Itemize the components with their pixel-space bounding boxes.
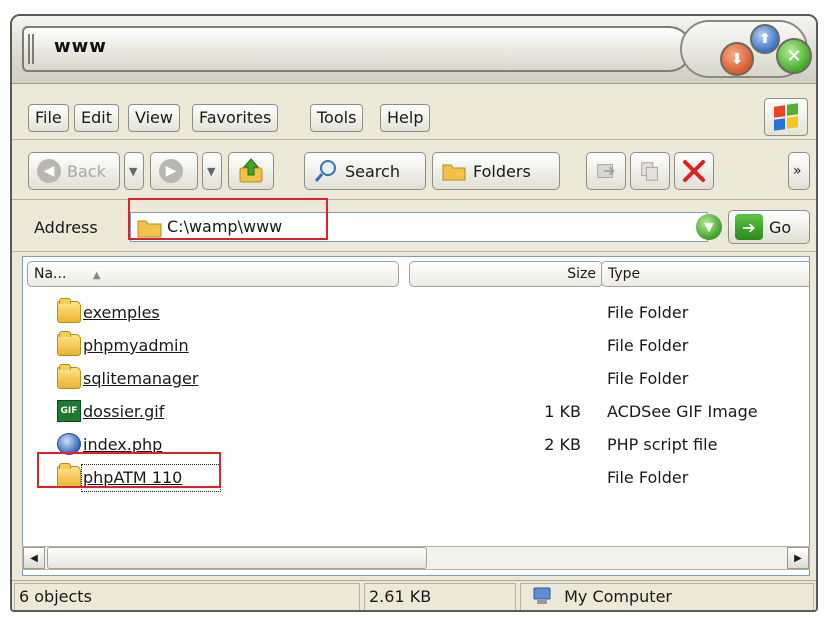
menu-edit[interactable]: Edit [74, 104, 119, 132]
delete-x-icon [683, 160, 705, 182]
minimize-button[interactable]: ⬇ [720, 42, 754, 76]
scroll-right-button[interactable]: ▶ [787, 547, 809, 569]
horizontal-scrollbar[interactable]: ◀ ▶ [22, 546, 810, 570]
file-row[interactable]: sqlitemanager File Folder [23, 363, 809, 396]
scroll-left-button[interactable]: ◀ [23, 547, 45, 569]
folder-icon [57, 364, 81, 389]
file-type: File Folder [607, 468, 689, 487]
copy-to-button[interactable] [630, 152, 670, 190]
file-type: File Folder [607, 369, 689, 388]
column-header-name-label: Na... [34, 266, 67, 282]
move-to-button[interactable] [586, 152, 626, 190]
go-label: Go [769, 217, 792, 237]
back-history-dropdown[interactable]: ▼ [124, 152, 144, 190]
chevron-down-icon: ▼ [207, 164, 216, 178]
maximize-button[interactable]: ⬆ [750, 24, 780, 54]
search-icon [314, 160, 336, 182]
address-dropdown-button[interactable]: ▼ [696, 214, 722, 240]
file-name: phpmyadmin [83, 336, 189, 355]
my-computer-icon [533, 587, 551, 604]
menu-bar: File Edit View Favorites Tools Help [12, 86, 816, 140]
menu-view[interactable]: View [128, 104, 180, 132]
toolbar-overflow-button[interactable]: » [788, 152, 810, 190]
column-header-size[interactable]: Size [409, 261, 603, 287]
file-row[interactable]: GIF dossier.gif 1 KB ACDSee GIF Image [23, 396, 809, 429]
forward-history-dropdown[interactable]: ▼ [202, 152, 222, 190]
file-type: File Folder [607, 303, 689, 322]
go-button[interactable]: ➔ Go [728, 210, 810, 244]
sort-ascending-icon: ▲ [92, 270, 101, 281]
back-arrow-icon: ◀ [37, 159, 61, 183]
file-row[interactable]: exemples File Folder [23, 297, 809, 330]
folder-icon [57, 298, 81, 323]
folders-button[interactable]: Folders [432, 152, 560, 190]
chevron-down-icon: ▼ [129, 164, 138, 178]
column-header-name[interactable]: Na... ▲ [27, 261, 399, 287]
menu-help[interactable]: Help [380, 104, 431, 132]
menu-favorites[interactable]: Favorites [192, 104, 279, 132]
folder-icon [57, 331, 81, 356]
up-folder-button[interactable] [228, 152, 274, 190]
forward-button[interactable]: ▶ [150, 152, 198, 190]
file-size: 1 KB [544, 402, 581, 421]
folders-icon [442, 164, 466, 181]
menu-file[interactable]: File [28, 104, 69, 132]
delete-button[interactable] [674, 152, 714, 190]
maximize-icon: ⬆ [759, 31, 771, 47]
file-name: sqlitemanager [83, 369, 199, 388]
status-zone-label: My Computer [564, 587, 672, 606]
file-list: Na... ▲ Size Type exemples File Folder p… [22, 256, 810, 576]
copy-to-icon [641, 162, 658, 181]
close-button[interactable]: ✕ [776, 38, 812, 74]
column-header-type[interactable]: Type [601, 261, 809, 287]
file-type: PHP script file [607, 435, 718, 454]
menu-tools[interactable]: Tools [310, 104, 364, 132]
search-button[interactable]: Search [304, 152, 426, 190]
file-row[interactable]: phpmyadmin File Folder [23, 330, 809, 363]
back-label: Back [67, 161, 106, 181]
standard-toolbar: ◀ Back ▼ ▶ ▼ Search Folders » [12, 142, 816, 200]
file-name: dossier.gif [83, 402, 165, 421]
explorer-window: www ⬇ ⬆ ✕ File Edit View Favorites Tools… [10, 14, 818, 612]
overflow-chevron-icon: » [793, 163, 802, 179]
scroll-thumb[interactable] [47, 547, 427, 569]
back-button[interactable]: ◀ Back [28, 152, 120, 190]
file-size: 2 KB [544, 435, 581, 454]
folder-highlight-box [37, 452, 221, 488]
minimize-icon: ⬇ [730, 50, 744, 68]
status-zone: My Computer [520, 583, 814, 610]
title-pill [22, 26, 692, 72]
folders-label: Folders [473, 161, 531, 181]
status-object-count: 6 objects [14, 583, 360, 610]
window-title: www [54, 36, 107, 57]
chevron-down-icon: ▼ [704, 220, 714, 234]
status-total-size: 2.61 KB [364, 583, 516, 610]
close-icon: ✕ [786, 45, 802, 67]
title-bar[interactable]: www ⬇ ⬆ ✕ [12, 16, 816, 84]
up-folder-icon [239, 158, 263, 183]
file-type: ACDSee GIF Image [607, 402, 758, 421]
chevron-left-icon: ◀ [30, 552, 38, 564]
file-name: exemples [83, 303, 160, 322]
go-arrow-icon: ➔ [735, 214, 763, 240]
windows-logo-icon [764, 98, 808, 136]
search-label: Search [345, 161, 400, 181]
status-bar: 6 objects 2.61 KB My Computer [12, 580, 816, 610]
move-to-icon [597, 164, 615, 178]
chevron-right-icon: ▶ [794, 552, 802, 564]
address-label: Address [34, 218, 98, 237]
grip-icon [28, 34, 34, 64]
forward-arrow-icon: ▶ [159, 159, 183, 183]
gif-badge: GIF [60, 406, 78, 416]
address-highlight-box [128, 198, 328, 240]
gif-icon: GIF [57, 400, 81, 422]
file-type: File Folder [607, 336, 689, 355]
